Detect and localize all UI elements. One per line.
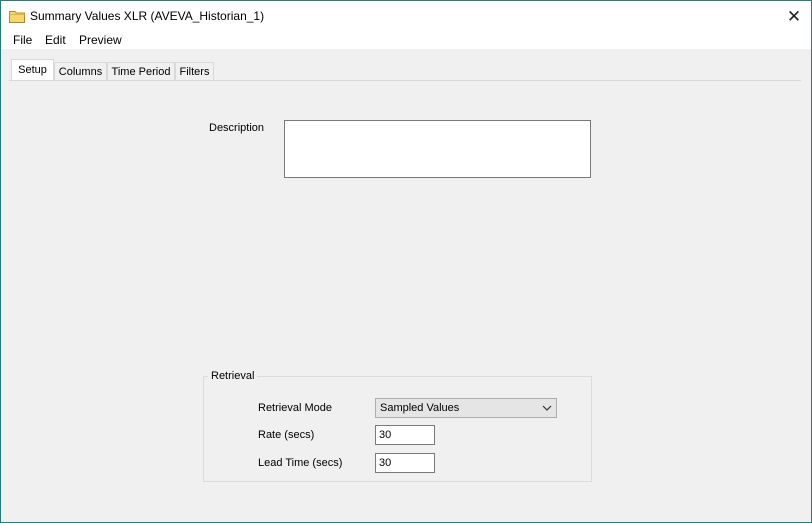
tab-filters[interactable]: Filters [175,62,214,80]
description-textarea[interactable] [284,120,591,178]
rate-label: Rate (secs) [258,429,315,441]
chevron-down-icon [542,405,552,411]
menu-file[interactable]: File [13,32,32,49]
menu-bar: File Edit Preview [1,32,811,49]
description-label: Description [209,122,265,134]
retrieval-mode-select[interactable]: Sampled Values [375,398,557,418]
retrieval-group-label: Retrieval [208,370,258,382]
menu-preview[interactable]: Preview [79,32,122,49]
retrieval-mode-value: Sampled Values [380,402,460,414]
folder-icon [9,11,25,23]
lead-time-input[interactable]: 30 [375,453,435,473]
menu-edit[interactable]: Edit [45,32,66,49]
retrieval-mode-label: Retrieval Mode [258,402,332,414]
title-bar[interactable]: Summary Values XLR (AVEVA_Historian_1) ✕ [1,1,811,32]
tab-time-period[interactable]: Time Period [107,62,175,80]
tab-columns[interactable]: Columns [54,62,107,80]
close-button[interactable]: ✕ [777,1,811,32]
window-title: Summary Values XLR (AVEVA_Historian_1) [30,9,265,23]
lead-time-label: Lead Time (secs) [258,457,343,469]
close-icon: ✕ [786,7,802,26]
tab-setup[interactable]: Setup [11,59,54,80]
rate-input[interactable]: 30 [375,425,435,445]
report-window: Summary Values XLR (AVEVA_Historian_1) ✕… [0,0,812,523]
